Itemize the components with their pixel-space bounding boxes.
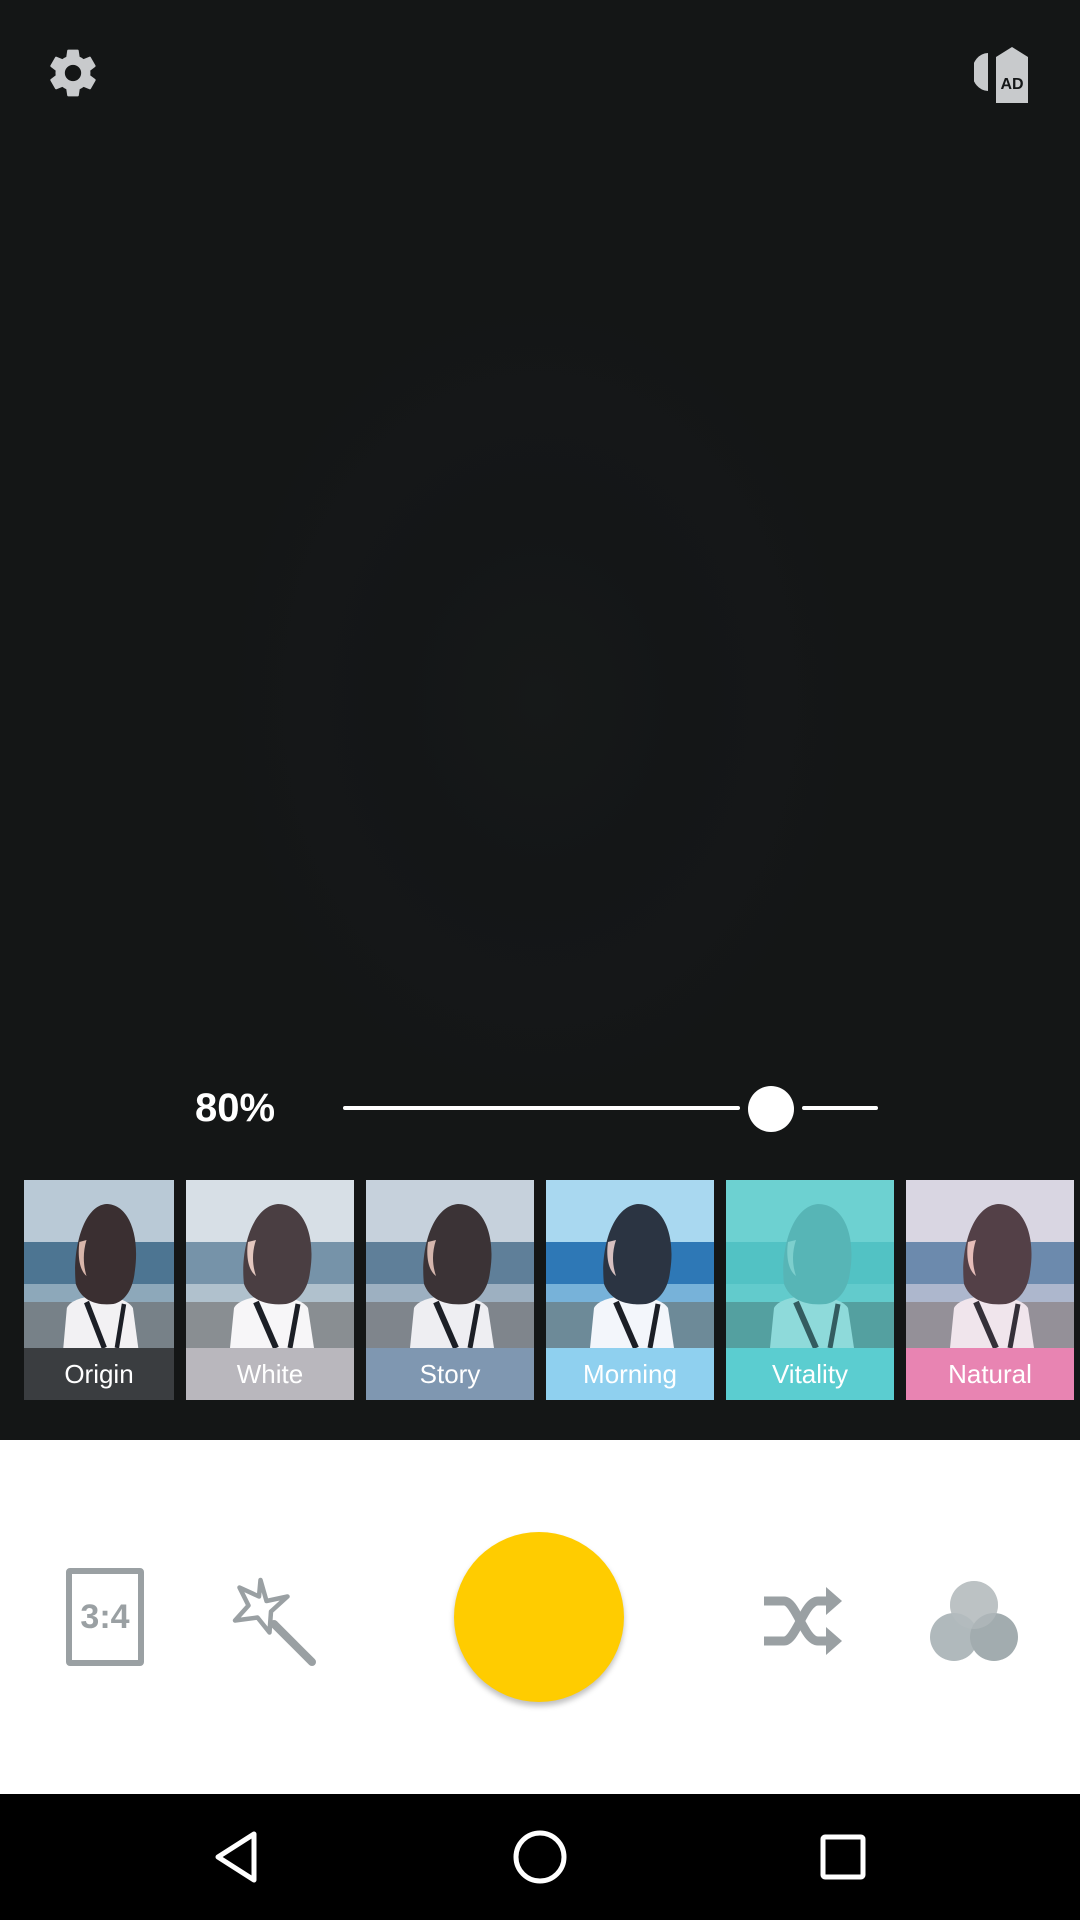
camera-app: AD 80% Origin White Story Morning Vitality Na… — [0, 0, 1080, 1920]
control-bar: 3:4 — [0, 1440, 1080, 1794]
color-bubbles-icon — [930, 1581, 1018, 1661]
filter-label: Vitality — [726, 1348, 894, 1400]
nav-home-button[interactable] — [495, 1812, 585, 1902]
aspect-ratio-button[interactable]: 3:4 — [66, 1568, 144, 1666]
filter-strip: Origin White Story Morning Vitality Natural — [0, 1180, 1080, 1400]
shuffle-icon — [764, 1587, 842, 1655]
filter-label: White — [186, 1348, 354, 1400]
nav-back-button[interactable] — [192, 1812, 282, 1902]
filter-thumbnail — [24, 1180, 174, 1348]
shutter-button[interactable] — [454, 1532, 624, 1702]
filter-thumbnail — [726, 1180, 894, 1348]
beauty-button[interactable] — [224, 1572, 320, 1668]
gear-icon — [50, 49, 96, 97]
intensity-value: 80% — [195, 1086, 276, 1130]
system-navigation-bar — [0, 1794, 1080, 1920]
filter-thumbnail — [906, 1180, 1074, 1348]
filter-label: Story — [366, 1348, 534, 1400]
home-circle-icon — [513, 1830, 567, 1884]
filter-thumbnail — [366, 1180, 534, 1348]
slider-knob[interactable] — [748, 1086, 794, 1132]
filter-thumbnail — [186, 1180, 354, 1348]
back-triangle-icon — [215, 1831, 257, 1883]
filter-item[interactable]: Origin — [24, 1180, 174, 1400]
filter-label: Morning — [546, 1348, 714, 1400]
filter-item[interactable]: White — [186, 1180, 354, 1400]
slider-track-rest[interactable] — [802, 1106, 878, 1110]
filter-label: Natural — [906, 1348, 1074, 1400]
filter-item[interactable]: Story — [366, 1180, 534, 1400]
magic-wand-icon — [232, 1577, 316, 1666]
settings-button[interactable] — [40, 40, 106, 106]
svg-text:AD: AD — [1000, 76, 1023, 93]
slider-track-filled[interactable] — [343, 1106, 740, 1110]
filter-thumbnail — [546, 1180, 714, 1348]
color-effects-button[interactable] — [926, 1572, 1022, 1668]
filter-label: Origin — [24, 1348, 174, 1400]
remove-ads-button[interactable]: AD — [972, 38, 1036, 110]
filter-item[interactable]: Morning — [546, 1180, 714, 1400]
filter-item[interactable]: Natural — [906, 1180, 1074, 1400]
nav-recent-button[interactable] — [798, 1812, 888, 1902]
filter-item[interactable]: Vitality — [726, 1180, 894, 1400]
shuffle-filter-button[interactable] — [758, 1580, 846, 1662]
recent-square-icon — [820, 1834, 866, 1880]
remove-ads-icon: AD — [974, 47, 1028, 103]
